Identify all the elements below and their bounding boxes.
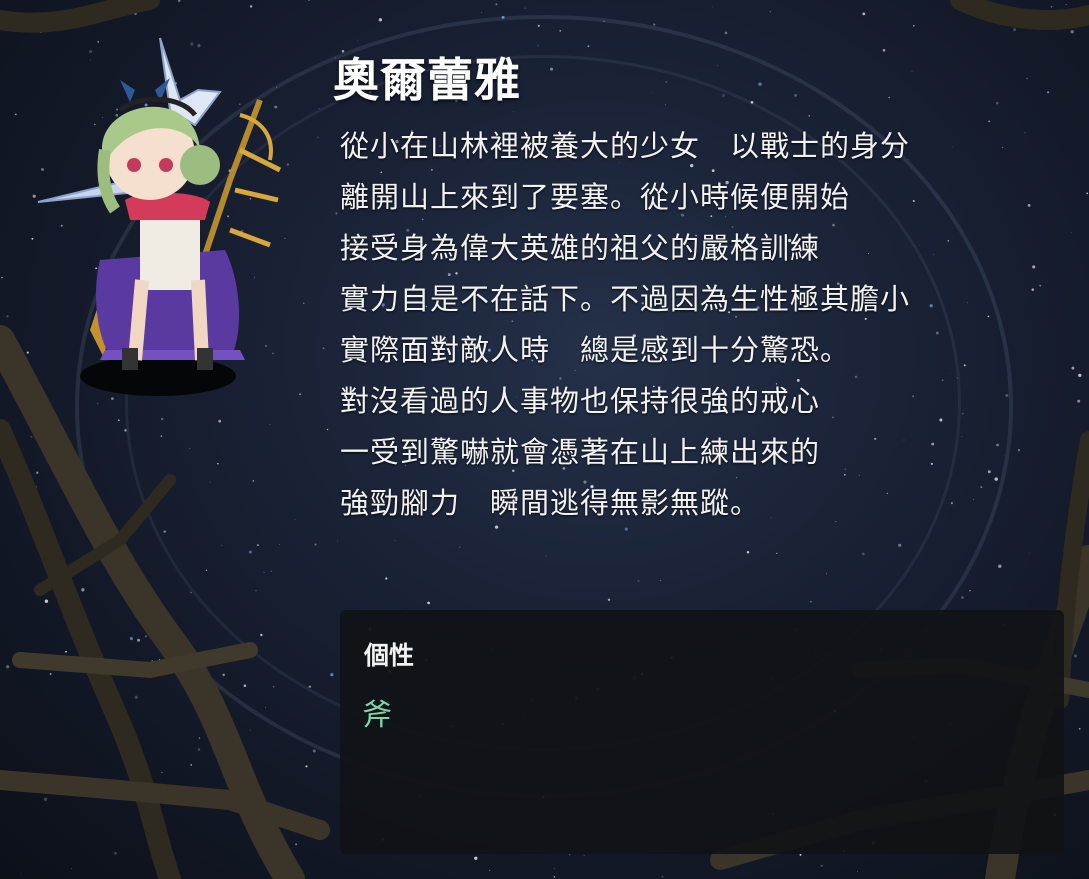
character-name: 奧爾蕾雅 (333, 53, 521, 107)
character-portrait (37, 37, 282, 396)
description-line: 強勁腳力 瞬間逃得無影無蹤。 (340, 486, 761, 520)
description-line: 實際面對敵人時 總是感到十分驚恐。 (340, 333, 851, 367)
description-line: 實力自是不在話下。不過因為生性極其膽小 (340, 282, 911, 316)
trait-panel: 個性 斧 (340, 610, 1064, 854)
description-line: 接受身為偉大英雄的祖父的嚴格訓練 (340, 231, 821, 265)
description-line: 從小在山林裡被養大的少女 以戰士的身分 (340, 129, 911, 163)
description-line: 對沒看過的人事物也保持很強的戒心 (340, 384, 821, 418)
description-line: 一受到驚嚇就會憑著在山上練出來的 (340, 435, 821, 469)
description-line: 離開山上來到了要塞。從小時候便開始 (340, 180, 851, 214)
trait-label: 個性 (364, 641, 415, 670)
character-description: 從小在山林裡被養大的少女 以戰士的身分 離開山上來到了要塞。從小時候便開始 接受… (340, 128, 1060, 536)
trait-value: 斧 (362, 698, 392, 733)
